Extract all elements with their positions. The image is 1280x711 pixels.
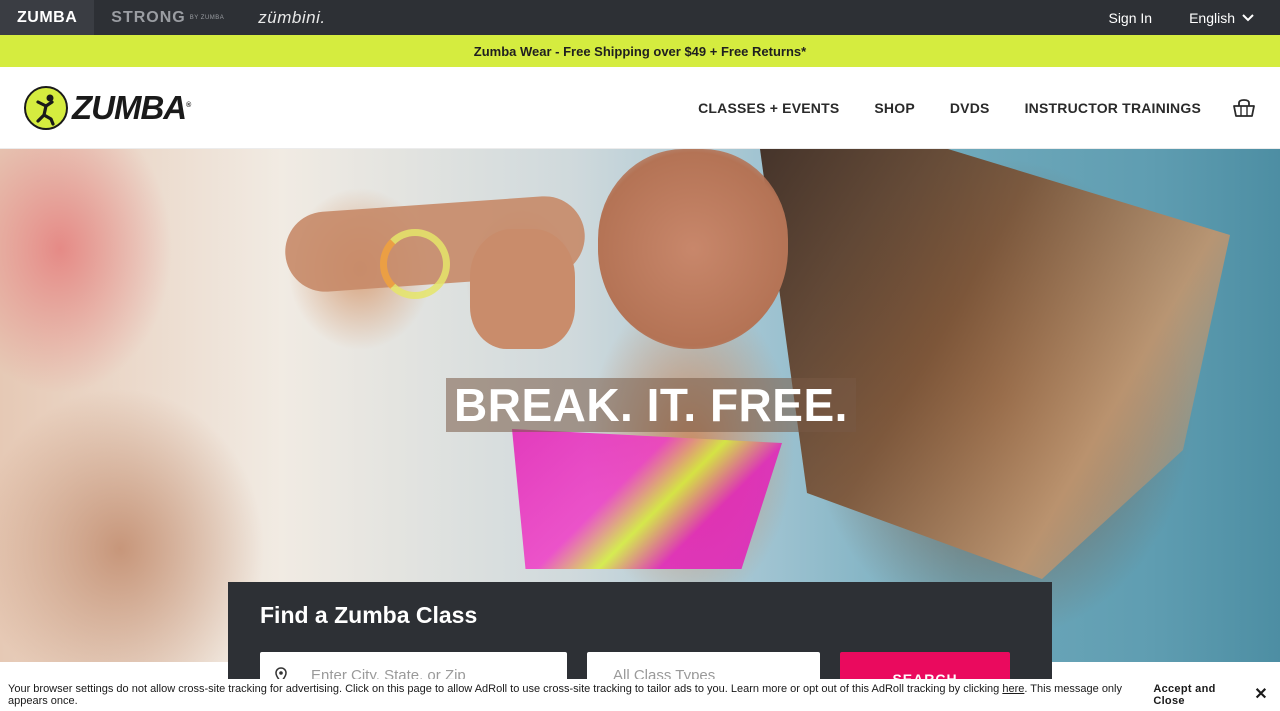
brand-tab-zumbini[interactable]: zümbini.: [241, 0, 342, 35]
brand-tab-zumbini-label: zümbini.: [258, 7, 326, 27]
hero-headline: BREAK. IT. FREE.: [446, 378, 856, 432]
sign-in-link[interactable]: Sign In: [1108, 10, 1152, 26]
adroll-consent-banner: Your browser settings do not allow cross…: [0, 679, 1280, 711]
shopping-bag-icon[interactable]: [1232, 98, 1256, 118]
close-icon: ✕: [1254, 686, 1268, 703]
brand-tab-strong[interactable]: STRONG BY ZUMBA: [94, 0, 241, 35]
language-label: English: [1189, 9, 1235, 26]
zumba-logo[interactable]: ZUMBA®: [24, 85, 191, 130]
accept-and-close-label: Accept and Close: [1153, 683, 1216, 707]
consent-text-before: Your browser settings do not allow cross…: [8, 683, 1003, 695]
brand-tab-zumba[interactable]: ZUMBA: [0, 0, 95, 35]
language-selector[interactable]: English: [1189, 10, 1254, 26]
site-header: ZUMBA® CLASSES + EVENTS SHOP DVDS INSTRU…: [0, 67, 1280, 149]
hero-photo-bracelets: [380, 229, 450, 299]
consent-message: Your browser settings do not allow cross…: [8, 683, 1153, 707]
nav-item-dvds[interactable]: DVDS: [950, 100, 990, 116]
finder-title: Find a Zumba Class: [260, 602, 478, 628]
brand-bar: ZUMBA STRONG BY ZUMBA zümbini. Sign In E…: [0, 0, 1280, 35]
logo-wordmark: ZUMBA®: [72, 88, 191, 127]
hero-photo-face: [598, 149, 788, 349]
brand-tab-strong-label: STRONG: [111, 8, 186, 26]
zumba-dancer-icon: [24, 85, 68, 130]
account-links: Sign In English: [1108, 0, 1280, 35]
brand-tab-strong-sub: BY ZUMBA: [189, 14, 225, 21]
nav-item-shop[interactable]: SHOP: [874, 100, 914, 116]
logo-registered: ®: [186, 101, 191, 109]
promo-text: Zumba Wear - Free Shipping over $49 + Fr…: [473, 43, 807, 59]
hero-photo-fist: [470, 229, 575, 349]
main-nav: CLASSES + EVENTS SHOP DVDS INSTRUCTOR TR…: [698, 98, 1256, 118]
accept-and-close-button[interactable]: Accept and Close ✕: [1153, 683, 1268, 707]
promo-banner[interactable]: Zumba Wear - Free Shipping over $49 + Fr…: [0, 35, 1280, 67]
hero-photo-hair: [760, 149, 1230, 579]
nav-item-classes-events[interactable]: CLASSES + EVENTS: [698, 100, 839, 116]
consent-opt-out-link[interactable]: here: [1002, 683, 1024, 695]
logo-text: ZUMBA: [72, 88, 187, 126]
brand-tab-zumba-label: ZUMBA: [17, 8, 78, 26]
hero-photo-top: [512, 429, 782, 569]
chevron-down-icon: [1242, 13, 1254, 21]
nav-item-instructor-trainings[interactable]: INSTRUCTOR TRAININGS: [1025, 100, 1201, 116]
